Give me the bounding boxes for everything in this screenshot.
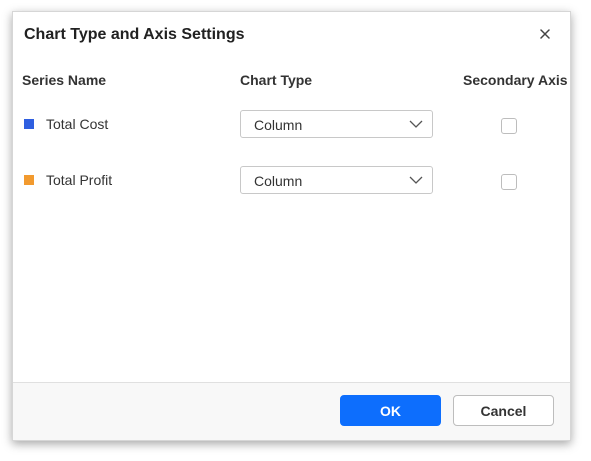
- series-row: Total Profit Column: [13, 166, 570, 196]
- series-row: Total Cost Column: [13, 110, 570, 140]
- close-icon: [540, 29, 550, 39]
- secondary-axis-checkbox[interactable]: [501, 174, 517, 190]
- chevron-down-icon: [409, 120, 423, 128]
- dialog-footer: OK Cancel: [13, 382, 570, 440]
- column-header-chart-type: Chart Type: [240, 72, 313, 88]
- chart-type-value: Column: [254, 117, 303, 133]
- chart-type-select[interactable]: Column: [240, 110, 433, 138]
- series-name: Total Profit: [46, 172, 113, 188]
- dialog-header: Chart Type and Axis Settings: [13, 12, 570, 60]
- chart-type-value: Column: [254, 173, 303, 189]
- chart-type-axis-dialog: Chart Type and Axis Settings Series Name…: [12, 11, 571, 441]
- series-color-swatch: [24, 119, 34, 129]
- series-name: Total Cost: [46, 116, 109, 132]
- column-header-series-name: Series Name: [22, 72, 107, 88]
- chart-type-select[interactable]: Column: [240, 166, 433, 194]
- close-button[interactable]: [534, 23, 556, 45]
- column-header-secondary-axis: Secondary Axis: [463, 72, 568, 88]
- series-color-swatch: [24, 175, 34, 185]
- chevron-down-icon: [409, 176, 423, 184]
- dialog-title: Chart Type and Axis Settings: [24, 26, 245, 43]
- ok-button[interactable]: OK: [340, 395, 441, 426]
- secondary-axis-checkbox[interactable]: [501, 118, 517, 134]
- cancel-button[interactable]: Cancel: [453, 395, 554, 426]
